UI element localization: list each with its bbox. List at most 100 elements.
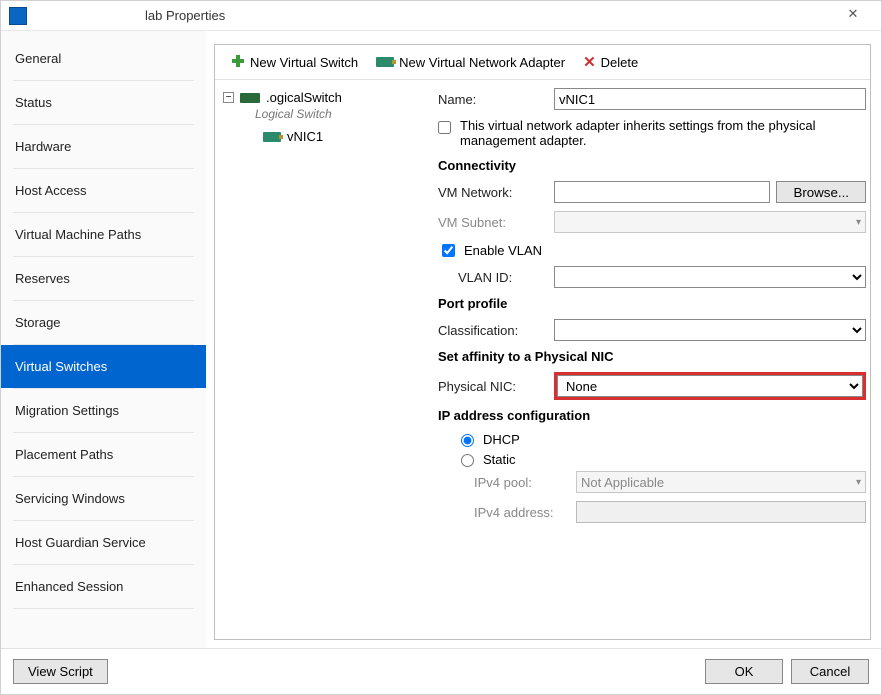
ipv4-addr-label: IPv4 address: (474, 505, 570, 520)
sidebar-item-placement[interactable]: Placement Paths (1, 433, 206, 476)
vm-subnet-label: VM Subnet: (438, 215, 548, 230)
inherit-row: This virtual network adapter inherits se… (438, 118, 866, 148)
vm-network-input[interactable] (554, 181, 770, 203)
sidebar-label: Host Guardian Service (15, 535, 146, 550)
vm-network-label: VM Network: (438, 185, 548, 200)
sidebar-label: Storage (15, 315, 61, 330)
port-profile-header: Port profile (438, 296, 866, 311)
physical-nic-label: Physical NIC: (438, 379, 548, 394)
properties-dialog: lab Properties ✕ General Status Hardware… (0, 0, 882, 695)
sidebar-label: Hardware (15, 139, 71, 154)
vlan-id-select[interactable] (554, 266, 866, 288)
vm-network-row: VM Network: Browse... (438, 181, 866, 203)
dhcp-radio[interactable] (461, 434, 474, 447)
toolbar-label: Delete (601, 55, 639, 70)
sidebar-item-hgs[interactable]: Host Guardian Service (1, 521, 206, 564)
affinity-header: Set affinity to a Physical NIC (438, 349, 866, 364)
toolbar: New Virtual Switch New Virtual Network A… (215, 45, 870, 80)
sidebar-label: Virtual Switches (15, 359, 107, 374)
button-label: Cancel (810, 664, 850, 679)
network-adapter-icon (263, 132, 281, 142)
sidebar-item-general[interactable]: General (1, 37, 206, 80)
switch-icon (240, 93, 260, 103)
form-pane: Name: This virtual network adapter inher… (430, 80, 870, 639)
ipv4-pool-row: IPv4 pool: Not Applicable ▾ (438, 471, 866, 493)
button-label: View Script (28, 664, 93, 679)
ipv4-addr-row: IPv4 address: (438, 501, 866, 523)
network-adapter-icon (376, 57, 394, 67)
enable-vlan-label: Enable VLAN (464, 243, 542, 258)
panel: New Virtual Switch New Virtual Network A… (214, 44, 871, 640)
plus-icon (231, 54, 245, 71)
browse-label: Browse... (793, 185, 849, 200)
vm-subnet-row: VM Subnet: ▾ (438, 211, 866, 233)
body: General Status Hardware Host Access Virt… (1, 31, 881, 648)
button-label: OK (735, 664, 754, 679)
inherit-label: This virtual network adapter inherits se… (460, 118, 866, 148)
dhcp-label: DHCP (483, 432, 520, 447)
content-area: New Virtual Switch New Virtual Network A… (206, 31, 881, 648)
tree-label: vNIC1 (287, 129, 323, 144)
collapse-icon[interactable]: − (223, 92, 234, 103)
sidebar-item-migration[interactable]: Migration Settings (1, 389, 206, 432)
sidebar: General Status Hardware Host Access Virt… (1, 31, 206, 648)
tree-item-logical-switch[interactable]: − .ogicalSwitch (221, 88, 424, 107)
window-title: lab Properties (35, 8, 833, 23)
tree-item-vnic1[interactable]: vNIC1 (221, 121, 424, 144)
sidebar-label: Migration Settings (15, 403, 119, 418)
name-row: Name: (438, 88, 866, 110)
new-virtual-switch-button[interactable]: New Virtual Switch (225, 52, 364, 73)
cancel-button[interactable]: Cancel (791, 659, 869, 684)
sidebar-item-hardware[interactable]: Hardware (1, 125, 206, 168)
physical-nic-select[interactable]: None (557, 375, 863, 397)
ipv4-pool-value: Not Applicable (581, 475, 664, 490)
static-radio[interactable] (461, 454, 474, 467)
classification-row: Classification: (438, 319, 866, 341)
sidebar-item-storage[interactable]: Storage (1, 301, 206, 344)
ipv4-pool-select: Not Applicable ▾ (576, 471, 866, 493)
dhcp-row: DHCP (456, 431, 866, 447)
static-row: Static (456, 451, 866, 467)
sidebar-label: Status (15, 95, 52, 110)
physical-nic-row: Physical NIC: None (438, 372, 866, 400)
classification-label: Classification: (438, 323, 548, 338)
tree-label: .ogicalSwitch (266, 90, 342, 105)
browse-button[interactable]: Browse... (776, 181, 866, 203)
sidebar-item-servicing[interactable]: Servicing Windows (1, 477, 206, 520)
classification-select[interactable] (554, 319, 866, 341)
toolbar-label: New Virtual Network Adapter (399, 55, 565, 70)
chevron-down-icon: ▾ (856, 217, 861, 228)
sidebar-item-enhanced[interactable]: Enhanced Session (1, 565, 206, 608)
toolbar-label: New Virtual Switch (250, 55, 358, 70)
sidebar-label: Servicing Windows (15, 491, 125, 506)
app-icon (9, 7, 27, 25)
vlan-id-row: VLAN ID: (438, 266, 866, 288)
vm-subnet-select: ▾ (554, 211, 866, 233)
delete-button[interactable]: ✕ Delete (577, 51, 644, 73)
sidebar-item-virtual-switches[interactable]: Virtual Switches (1, 345, 206, 388)
sidebar-item-host-access[interactable]: Host Access (1, 169, 206, 212)
close-button[interactable]: ✕ (833, 6, 873, 26)
ipv4-pool-label: IPv4 pool: (474, 475, 570, 490)
delete-icon: ✕ (583, 53, 596, 71)
connectivity-header: Connectivity (438, 158, 866, 173)
inherit-checkbox[interactable] (438, 121, 451, 134)
enable-vlan-checkbox[interactable] (442, 244, 455, 257)
sidebar-item-reserves[interactable]: Reserves (1, 257, 206, 300)
view-script-button[interactable]: View Script (13, 659, 108, 684)
sidebar-label: Host Access (15, 183, 87, 198)
name-input[interactable] (554, 88, 866, 110)
new-virtual-adapter-button[interactable]: New Virtual Network Adapter (370, 53, 571, 72)
tree-subtitle: Logical Switch (221, 107, 424, 121)
ipv4-addr-input (576, 501, 866, 523)
name-label: Name: (438, 92, 548, 107)
static-label: Static (483, 452, 516, 467)
sidebar-label: Enhanced Session (15, 579, 123, 594)
sidebar-item-vm-paths[interactable]: Virtual Machine Paths (1, 213, 206, 256)
chevron-down-icon: ▾ (856, 477, 861, 488)
sidebar-label: Virtual Machine Paths (15, 227, 141, 242)
sidebar-label: General (15, 51, 61, 66)
sidebar-item-status[interactable]: Status (1, 81, 206, 124)
ok-button[interactable]: OK (705, 659, 783, 684)
panel-body: − .ogicalSwitch Logical Switch vNIC1 Nam (215, 80, 870, 639)
